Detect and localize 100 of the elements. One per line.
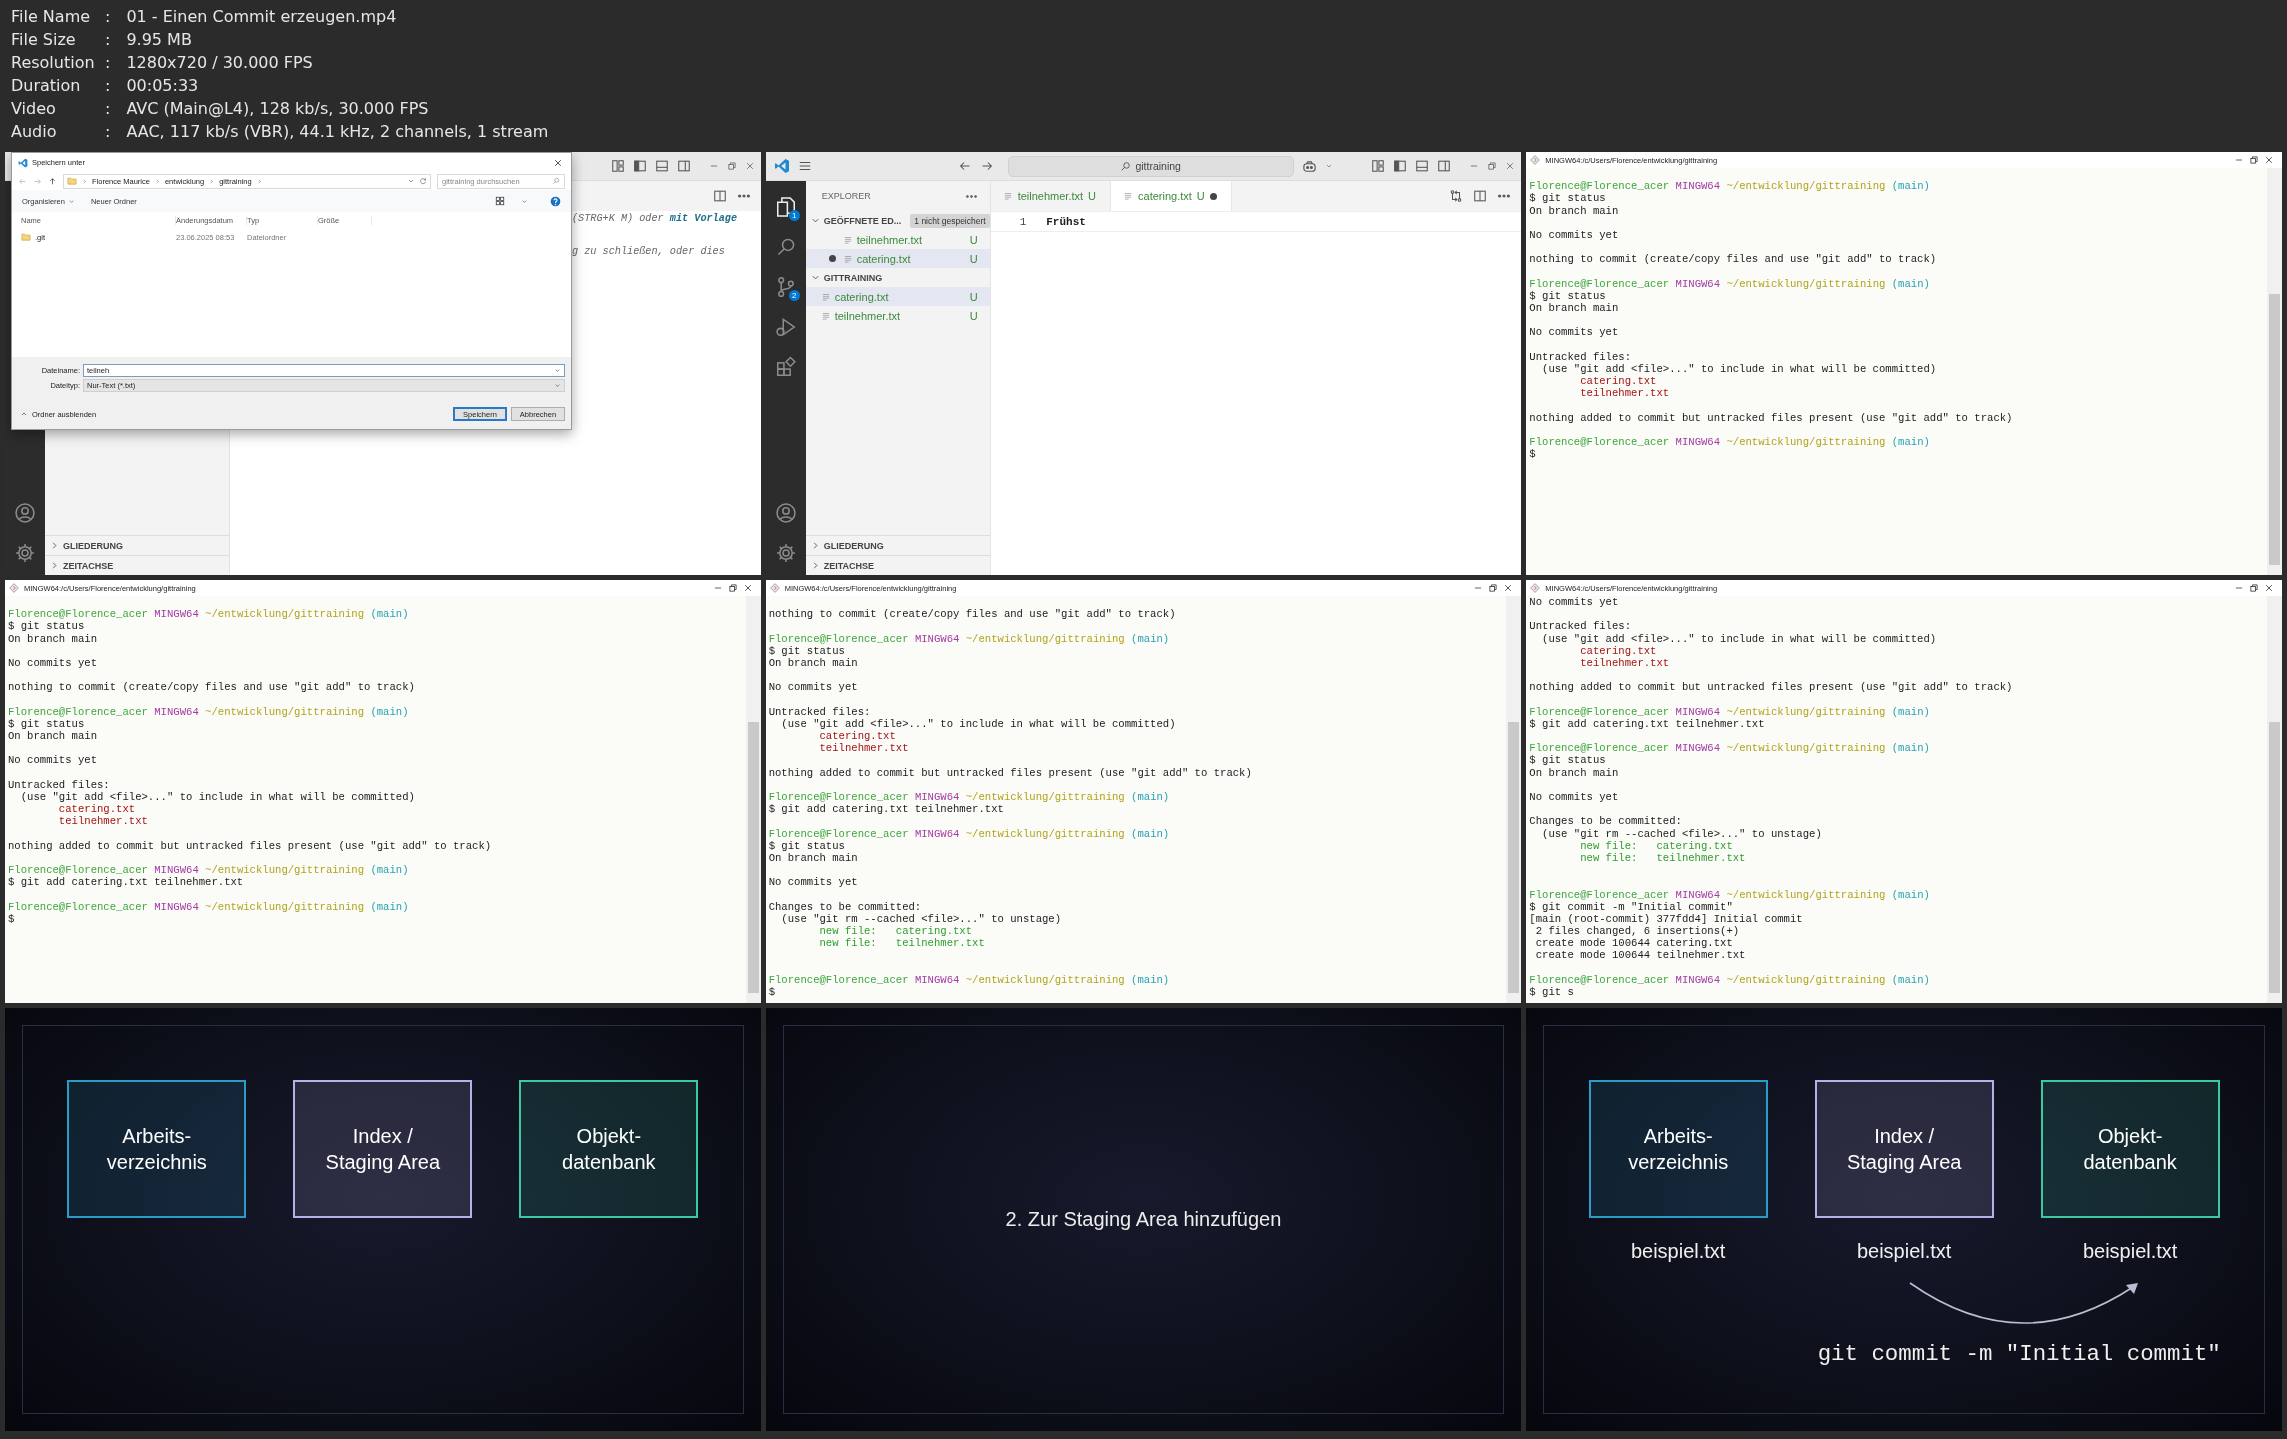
caret-icon[interactable] — [521, 197, 528, 205]
restore-icon[interactable] — [1487, 161, 1498, 171]
restore-icon[interactable] — [2249, 155, 2259, 165]
file-item[interactable]: catering.txt U — [805, 287, 990, 306]
file-item[interactable]: catering.txt U — [805, 249, 990, 268]
concept-box: Objekt- datenbank — [2040, 1080, 2220, 1218]
terminal-line: teilnehmer.txt — [1580, 656, 1670, 669]
prompt-line: Florence@Florence_acer MINGW64 ~/entwicklung/gittraining (main) — [8, 705, 409, 718]
panel-icon[interactable] — [654, 159, 669, 173]
scrollbar[interactable] — [1506, 596, 1522, 1003]
help-icon[interactable] — [550, 195, 561, 207]
section-header[interactable]: GLIEDERUNG — [805, 535, 990, 555]
compare-icon[interactable] — [1449, 189, 1464, 203]
split-editor-icon[interactable] — [712, 189, 727, 203]
terminal-line: No commits yet — [1529, 326, 1619, 339]
prompt-line: Florence@Florence_acer MINGW64 ~/entwicklung/gittraining (main) — [1529, 888, 1930, 901]
scrollbar[interactable] — [745, 596, 761, 1003]
terminal-line: nothing to commit (create/copy files and use "git add" to track) — [768, 608, 1176, 621]
section-header[interactable]: ZEITACHSE — [45, 555, 229, 575]
restore-icon[interactable] — [727, 583, 738, 593]
up-arrow-icon[interactable] — [48, 176, 57, 186]
line-number: 1 — [1019, 215, 1027, 228]
settings-icon[interactable] — [14, 542, 36, 564]
close-icon[interactable] — [744, 161, 755, 171]
file-lines-icon — [1123, 191, 1134, 201]
terminal-line: $ — [1529, 448, 1536, 461]
restore-icon[interactable] — [726, 161, 737, 171]
scrollbar[interactable] — [2267, 596, 2282, 1003]
file-item[interactable]: teilnehmer.txt U — [805, 230, 990, 249]
chevron-up-icon[interactable] — [20, 410, 28, 418]
separator: : — [105, 75, 112, 97]
search-box[interactable]: gittraining — [1007, 155, 1294, 177]
restore-icon[interactable] — [1488, 583, 1499, 593]
terminal-line: 2 files changed, 6 insertions(+) — [1535, 925, 1740, 938]
info-value: 9.95 MB — [126, 29, 193, 51]
robot-icon[interactable] — [1301, 158, 1317, 174]
layout-icon[interactable] — [610, 159, 625, 173]
prompt-line: Florence@Florence_acer MINGW64 ~/entwicklung/gittraining (main) — [1529, 180, 1930, 193]
terminal-line: No commits yet — [8, 656, 97, 669]
terminal-line: nothing to commit (create/copy files and use "git add" to track) — [8, 681, 415, 694]
account-icon[interactable] — [14, 502, 36, 524]
section-header[interactable]: GLIEDERUNG — [45, 535, 229, 555]
terminal-line: nothing added to commit but untracked files present (use "git add" to track) — [1529, 681, 2013, 694]
hint-text: g zu schließen, oder dies — [572, 246, 725, 257]
diamond-icon — [769, 583, 780, 593]
view-icon[interactable] — [495, 196, 505, 206]
panel-icon[interactable] — [1415, 159, 1430, 173]
terminal-line: Untracked files: — [1529, 620, 1632, 633]
close-icon[interactable] — [553, 157, 563, 168]
info-value: AAC, 117 kb/s (VBR), 44.1 kHz, 2 channels, 1 stream — [126, 121, 549, 143]
split-editor-icon[interactable] — [1473, 189, 1488, 203]
info-value: AVC (Main@L4), 128 kb/s, 30.000 FPS — [126, 98, 430, 120]
section-header[interactable]: GITTRAINING — [805, 268, 990, 287]
caret-icon[interactable] — [1324, 162, 1333, 170]
prompt-line: Florence@Florence_acer MINGW64 ~/entwicklung/gittraining (main) — [8, 900, 409, 913]
file-label: beispiel.txt — [1630, 1240, 1726, 1263]
close-icon[interactable] — [1505, 161, 1516, 171]
close-icon[interactable] — [1503, 583, 1514, 593]
close-icon[interactable] — [2264, 155, 2274, 165]
hint-text: (STRG+K M) oder mit Vorlage — [572, 213, 738, 224]
code-line: Frühst — [1046, 215, 1086, 228]
account-icon[interactable] — [774, 502, 797, 524]
file-item[interactable]: teilnehmer.txt U — [805, 306, 990, 325]
caret-icon[interactable] — [407, 177, 415, 185]
refresh-icon[interactable] — [419, 177, 427, 185]
section-header[interactable]: GEÖFFNETE ED... 1 nicht gespeichert — [805, 211, 990, 230]
sidebar-right-icon[interactable] — [1437, 159, 1452, 173]
file-lines-icon — [842, 253, 853, 264]
info-label: Audio — [11, 121, 58, 143]
notification-badge: 2 — [788, 290, 800, 301]
search-icon — [552, 177, 560, 185]
folder-icon — [21, 232, 31, 242]
sidebar-right-icon[interactable] — [676, 159, 691, 173]
settings-icon[interactable] — [774, 542, 797, 564]
terminal-line: Untracked files: — [1529, 350, 1632, 363]
close-icon[interactable] — [2264, 583, 2274, 593]
terminal-line: No commits yet — [1529, 791, 1619, 803]
sidebar-left-icon[interactable] — [1393, 159, 1408, 173]
close-icon[interactable] — [742, 583, 753, 593]
restore-icon[interactable] — [2249, 583, 2259, 593]
terminal-line: $ git add catering.txt teilnehmer.txt — [8, 876, 244, 889]
editor-tab[interactable]: catering.txt U — [1111, 181, 1232, 211]
terminal-line: (use "git add <file>..." to include in what will be committed) — [781, 717, 1176, 730]
run-debug-icon[interactable] — [774, 316, 797, 338]
section-header[interactable]: ZEITACHSE — [805, 555, 990, 575]
sidebar-left-icon[interactable] — [632, 159, 647, 173]
caret-icon — [554, 367, 561, 374]
terminal-line: No commits yet — [768, 681, 858, 694]
menu-icon[interactable] — [797, 159, 812, 173]
terminal-line: create mode 100644 teilnehmer.txt — [1535, 949, 1746, 962]
files-icon[interactable] — [774, 196, 797, 218]
scrollbar[interactable] — [2267, 168, 2282, 575]
extensions-icon[interactable] — [774, 356, 797, 378]
terminal-line: $ git status — [1529, 289, 1606, 302]
info-label: Duration — [11, 75, 82, 97]
terminal-line: Changes to be committed: — [768, 900, 922, 913]
back-arrow-icon[interactable] — [957, 159, 972, 173]
layout-icon[interactable] — [1371, 159, 1386, 173]
info-label: Resolution — [11, 52, 96, 74]
terminal-line: No commits yet — [1529, 596, 1619, 608]
